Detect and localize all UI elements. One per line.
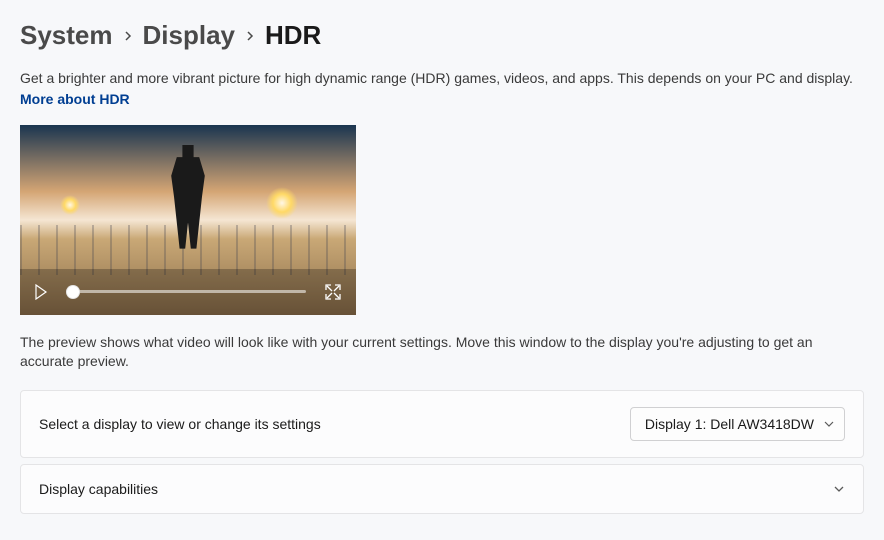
chevron-right-icon [123,31,133,41]
display-capabilities-label: Display capabilities [39,481,158,497]
video-scrubber[interactable] [66,290,306,293]
breadcrumb-display[interactable]: Display [143,20,236,51]
display-select-dropdown[interactable]: Display 1: Dell AW3418DW [630,407,845,441]
page-description: Get a brighter and more vibrant picture … [20,69,864,89]
breadcrumb-hdr: HDR [265,20,321,51]
display-select-value: Display 1: Dell AW3418DW [645,416,814,432]
hdr-video-preview [20,125,356,315]
preview-graphic [266,187,298,219]
play-button[interactable] [34,284,48,300]
display-select-label: Select a display to view or change its s… [39,416,321,432]
display-capabilities-row[interactable]: Display capabilities [20,464,864,514]
more-about-hdr-link[interactable]: More about HDR [20,91,130,107]
chevron-right-icon [245,31,255,41]
breadcrumb: System Display HDR [20,20,864,51]
fullscreen-button[interactable] [324,283,342,301]
chevron-down-icon [824,416,834,432]
display-select-row: Select a display to view or change its s… [20,390,864,458]
scrubber-knob[interactable] [66,285,80,299]
preview-note: The preview shows what video will look l… [20,333,830,372]
breadcrumb-system[interactable]: System [20,20,113,51]
video-controls [20,269,356,315]
preview-graphic [20,225,356,275]
chevron-down-icon [833,483,845,495]
preview-graphic [60,195,80,215]
